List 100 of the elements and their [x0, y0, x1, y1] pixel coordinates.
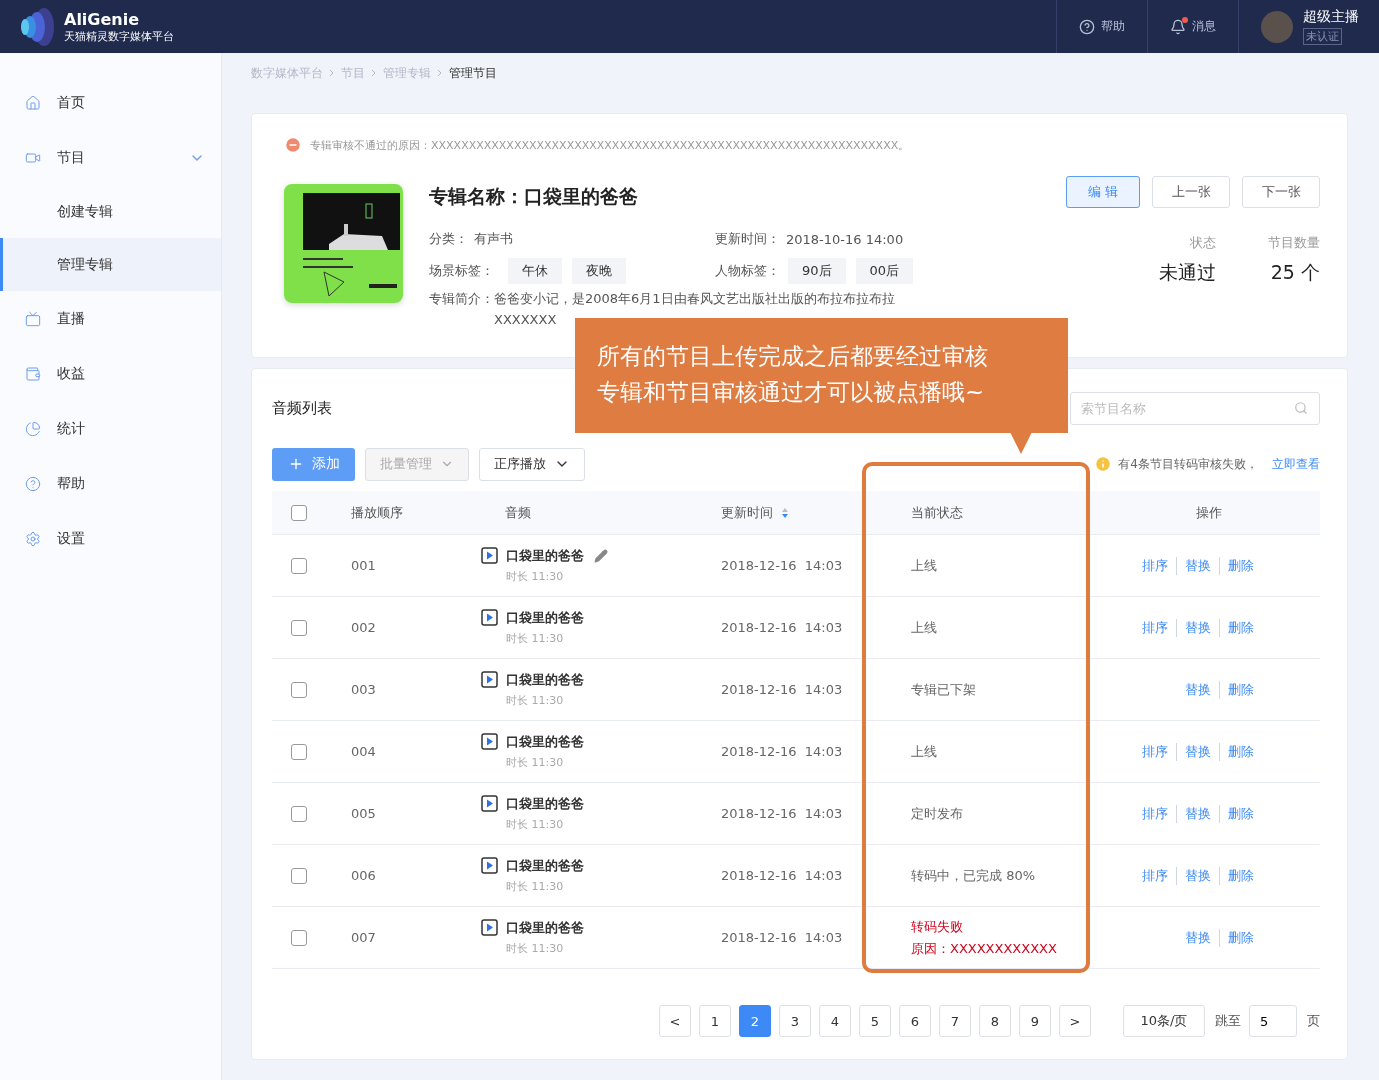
- column-header: 操作: [1195, 503, 1223, 522]
- audio-duration: 时长 11:30: [506, 817, 565, 832]
- column-header[interactable]: 更新时间: [721, 503, 871, 522]
- search-field[interactable]: 索节目名称: [1070, 391, 1320, 425]
- brand-name: AliGenie: [64, 9, 141, 29]
- pencil-icon[interactable]: [594, 549, 608, 563]
- action-link[interactable]: 删除: [1219, 618, 1262, 637]
- updated-value: 2018-10-16 14:00: [786, 231, 904, 247]
- order-dropdown[interactable]: 正序播放: [479, 447, 585, 481]
- row-checkbox[interactable]: [291, 805, 307, 822]
- album-button[interactable]: 上一张: [1152, 176, 1230, 208]
- action-link[interactable]: 删除: [1219, 804, 1262, 823]
- action-link[interactable]: 排序: [1134, 556, 1176, 575]
- select-all-checkbox[interactable]: [291, 504, 307, 521]
- sidebar-subitem[interactable]: 创建专辑: [0, 185, 221, 238]
- info-icon: [1094, 455, 1113, 473]
- column-header: 当前状态: [910, 503, 964, 522]
- column-header: 音频: [504, 503, 532, 522]
- verification-badge: 未认证: [1303, 28, 1342, 45]
- sidebar-item[interactable]: 首页: [0, 75, 221, 130]
- sidebar-item[interactable]: 直播: [0, 291, 221, 346]
- order-number: 003: [351, 682, 377, 697]
- action-link[interactable]: 替换: [1176, 618, 1219, 637]
- page-button[interactable]: 6: [899, 1005, 931, 1037]
- play-icon: [481, 857, 498, 874]
- category-value: 有声书: [474, 230, 513, 248]
- next-page-button[interactable]: >: [1059, 1005, 1091, 1037]
- row-checkbox[interactable]: [291, 619, 307, 636]
- notice-text: 有4条节目转码审核失败，: [1118, 455, 1258, 473]
- sidebar-item[interactable]: 帮助: [0, 456, 221, 511]
- update-time: 2018-12-16 14:03: [721, 620, 844, 635]
- audio-duration: 时长 11:30: [506, 941, 565, 956]
- play-icon: [481, 733, 498, 750]
- page-button[interactable]: 7: [939, 1005, 971, 1037]
- row-checkbox[interactable]: [291, 929, 307, 946]
- stat-label: 节目数量: [1268, 234, 1320, 252]
- action-link[interactable]: 替换: [1176, 804, 1219, 823]
- intro-text: XXXXXXX: [494, 312, 558, 327]
- tv-icon: [25, 310, 41, 327]
- row-checkbox[interactable]: [291, 743, 307, 760]
- action-link[interactable]: 替换: [1177, 680, 1219, 699]
- sidebar-subitem[interactable]: 管理专辑: [0, 238, 221, 291]
- action-link[interactable]: 排序: [1134, 804, 1176, 823]
- page-button[interactable]: 9: [1019, 1005, 1051, 1037]
- help-icon: [25, 475, 41, 492]
- audio-title: 口袋里的爸爸: [506, 609, 584, 627]
- action-link[interactable]: 删除: [1219, 742, 1262, 761]
- order-number: 006: [351, 868, 377, 883]
- action-link[interactable]: 排序: [1134, 866, 1176, 885]
- logo-icon: [18, 6, 56, 47]
- sidebar-item[interactable]: 节目: [0, 130, 221, 185]
- row-checkbox[interactable]: [291, 557, 307, 574]
- stat-label: 状态: [1190, 234, 1216, 252]
- order-number: 007: [351, 930, 377, 945]
- page-size-select[interactable]: 10条/页: [1123, 1005, 1205, 1037]
- bell-icon: [1170, 18, 1186, 35]
- sidebar-item[interactable]: 统计: [0, 401, 221, 456]
- page-button[interactable]: 5: [859, 1005, 891, 1037]
- view-now-link[interactable]: 立即查看: [1272, 455, 1320, 473]
- action-link[interactable]: 删除: [1219, 928, 1262, 947]
- action-link[interactable]: 替换: [1177, 928, 1219, 947]
- intro-text: 爸爸变小记，是2008年6月1日由春风文艺出版社出版的布拉布拉布拉: [494, 290, 895, 308]
- page-button[interactable]: 3: [779, 1005, 811, 1037]
- sidebar-item[interactable]: 设置: [0, 511, 221, 566]
- help-link[interactable]: 帮助: [1056, 0, 1147, 53]
- row-checkbox[interactable]: [291, 867, 307, 884]
- update-time: 2018-12-16 14:03: [721, 868, 844, 883]
- status-text: 上线: [911, 618, 938, 637]
- messages-link[interactable]: 消息: [1147, 0, 1238, 53]
- play-icon: [481, 671, 498, 688]
- album-button[interactable]: 下一张: [1242, 176, 1320, 208]
- user-avatar[interactable]: [1261, 10, 1293, 43]
- play-icon: [481, 795, 498, 812]
- action-link[interactable]: 替换: [1176, 742, 1219, 761]
- page-button[interactable]: 1: [699, 1005, 731, 1037]
- audio-duration: 时长 11:30: [506, 755, 565, 770]
- action-link[interactable]: 删除: [1219, 556, 1262, 575]
- jump-label: 跳至: [1215, 1012, 1241, 1030]
- reject-reason: 专辑审核不通过的原因：XXXXXXXXXXXXXXXXXXXXXXXXXXXXXXXXXXXXXXXXXXXXXXXXXXXXXXXXXXXXXX。: [310, 137, 910, 153]
- breadcrumb-item: 管理节目: [449, 64, 497, 82]
- field-label: 人物标签：: [715, 262, 780, 280]
- status-text: 专辑已下架: [911, 680, 977, 699]
- row-checkbox[interactable]: [291, 681, 307, 698]
- chevron-right-icon: [329, 69, 335, 77]
- action-link[interactable]: 删除: [1219, 866, 1262, 885]
- page-button[interactable]: 8: [979, 1005, 1011, 1037]
- sidebar-item[interactable]: 收益: [0, 346, 221, 401]
- update-time: 2018-12-16 14:03: [721, 682, 844, 697]
- action-link[interactable]: 排序: [1134, 742, 1176, 761]
- callout-text: 所有的节目上传完成之后都要经过审核: [597, 342, 989, 371]
- order-number: 002: [351, 620, 377, 635]
- prev-page-button[interactable]: <: [659, 1005, 691, 1037]
- action-link[interactable]: 删除: [1219, 680, 1262, 699]
- page-button[interactable]: 4: [819, 1005, 851, 1037]
- action-link[interactable]: 替换: [1176, 866, 1219, 885]
- action-link[interactable]: 替换: [1176, 556, 1219, 575]
- action-link[interactable]: 排序: [1134, 618, 1176, 637]
- jump-page-field[interactable]: 5: [1249, 1005, 1297, 1037]
- status-text: 定时发布: [911, 804, 964, 823]
- scene-tag: 午休: [508, 258, 562, 284]
